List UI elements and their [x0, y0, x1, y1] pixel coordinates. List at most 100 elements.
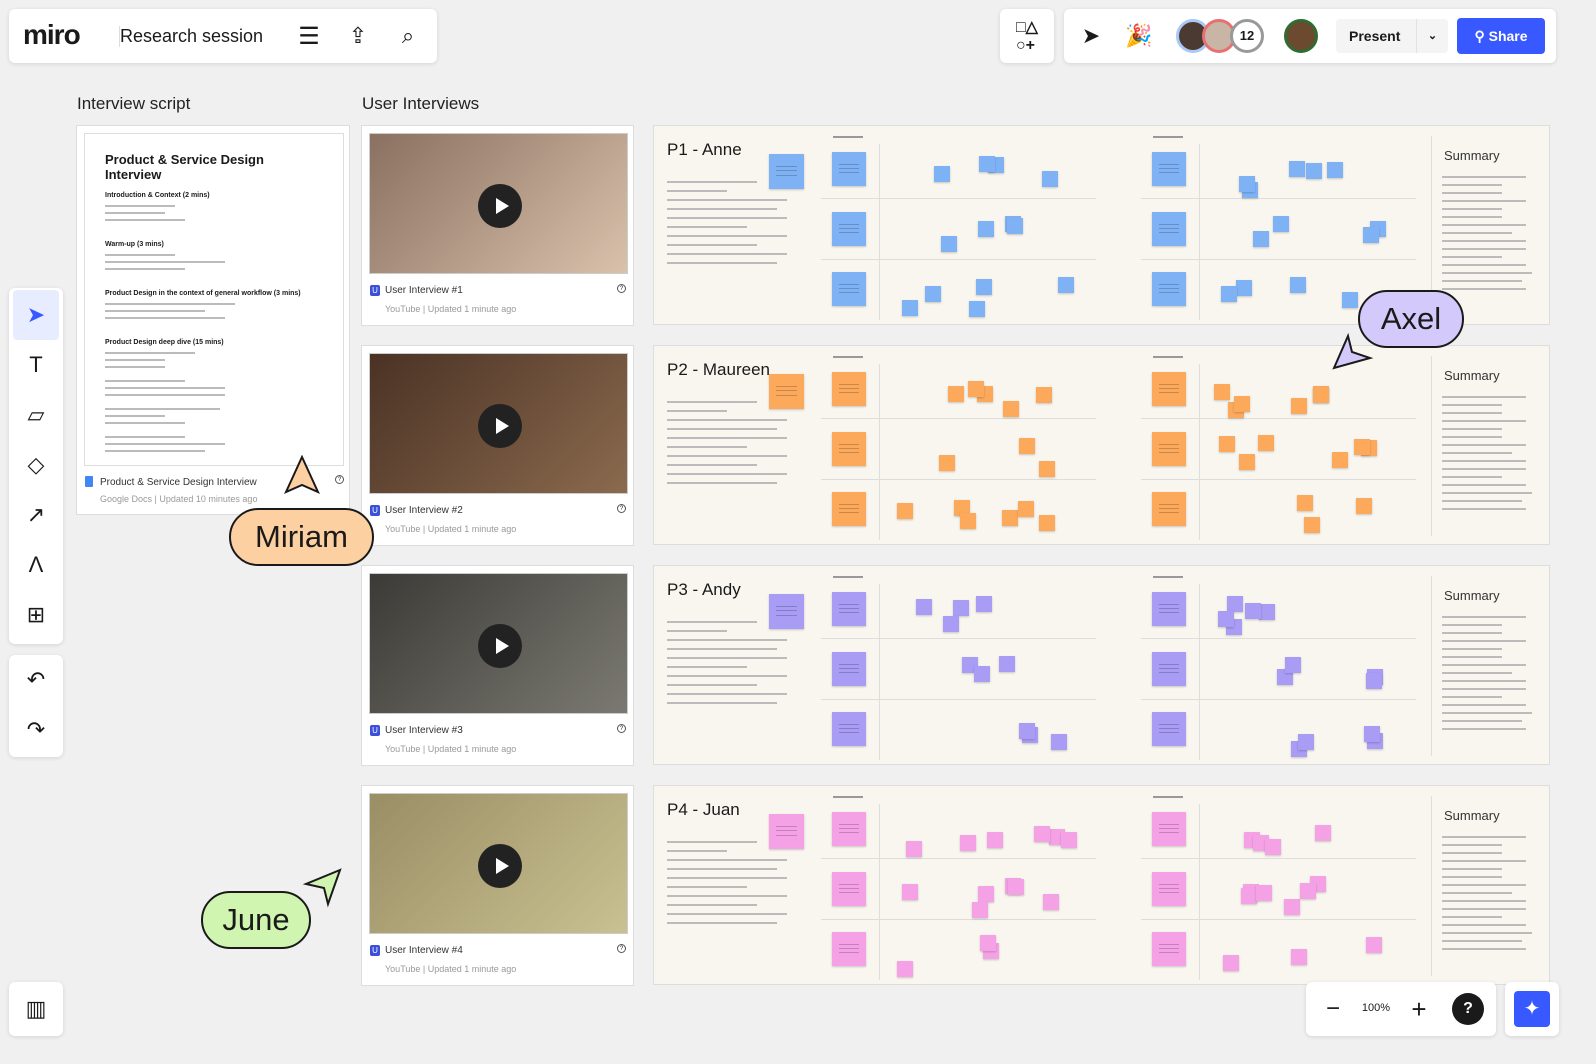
sticky-note[interactable]: [1223, 954, 1240, 971]
miro-logo[interactable]: miro: [23, 19, 81, 51]
sticky-note[interactable]: [1288, 160, 1305, 177]
sticky-note[interactable]: [1152, 272, 1186, 306]
sticky-note[interactable]: [941, 235, 958, 252]
search-icon[interactable]: ⌕: [393, 21, 423, 51]
shapes-button[interactable]: □△ ○+: [1000, 9, 1054, 63]
sticky-note[interactable]: [1152, 152, 1186, 186]
play-icon[interactable]: [478, 404, 522, 448]
zoom-level[interactable]: 100%: [1358, 1002, 1394, 1014]
celebrate-icon[interactable]: 🎉: [1124, 21, 1154, 51]
sticky-note[interactable]: [975, 278, 992, 295]
menu-icon[interactable]: ☰: [294, 21, 324, 51]
sticky-note[interactable]: [979, 156, 996, 173]
video-thumbnail[interactable]: [369, 353, 628, 494]
sticky-note[interactable]: [1234, 396, 1251, 413]
sticky-note[interactable]: [832, 492, 866, 526]
sticky-note[interactable]: [832, 212, 866, 246]
sticky-note[interactable]: [1283, 899, 1300, 916]
sticky-note[interactable]: [1258, 604, 1275, 621]
select-icon[interactable]: ➤: [13, 290, 59, 340]
sticky-note[interactable]: [1018, 501, 1035, 518]
sticky-note[interactable]: [1152, 712, 1186, 746]
sticky-note[interactable]: [832, 432, 866, 466]
sticky-note[interactable]: [1152, 652, 1186, 686]
interview-board[interactable]: P3 - Andy Summary: [653, 565, 1550, 765]
sticky-note[interactable]: [1221, 285, 1238, 302]
sticky-note[interactable]: [832, 712, 866, 746]
video-card[interactable]: U User Interview #2 YouTube | Updated 1 …: [361, 345, 634, 546]
sticky-note[interactable]: [938, 455, 955, 472]
sticky-note[interactable]: [978, 886, 995, 903]
undo-icon[interactable]: ↶: [9, 655, 63, 705]
help-icon[interactable]: ?: [335, 475, 344, 484]
sticky-note[interactable]: [1363, 725, 1380, 742]
play-icon[interactable]: [478, 184, 522, 228]
pen-icon[interactable]: Λ: [9, 540, 63, 590]
export-icon[interactable]: ⇪: [343, 21, 373, 51]
video-thumbnail[interactable]: [369, 793, 628, 934]
sticky-note[interactable]: [896, 960, 913, 977]
sticky-note[interactable]: [1290, 949, 1307, 966]
sticky-note[interactable]: [1354, 438, 1371, 455]
sticky-note[interactable]: [832, 932, 866, 966]
sticky-note[interactable]: [832, 592, 866, 626]
sticky-note[interactable]: [916, 598, 933, 615]
sticky-note[interactable]: [1297, 733, 1314, 750]
sticky-note-icon[interactable]: ▱: [9, 390, 63, 440]
sticky-note[interactable]: [934, 166, 951, 183]
sticky-note[interactable]: [769, 374, 804, 409]
sticky-note[interactable]: [769, 814, 804, 849]
video-card[interactable]: U User Interview #4 YouTube | Updated 1 …: [361, 785, 634, 986]
sticky-note[interactable]: [1331, 452, 1348, 469]
present-button[interactable]: Present ⌄: [1336, 19, 1448, 53]
play-icon[interactable]: [478, 624, 522, 668]
sticky-note[interactable]: [959, 835, 976, 852]
sticky-note[interactable]: [1255, 885, 1272, 902]
sticky-note[interactable]: [832, 872, 866, 906]
help-icon[interactable]: ?: [617, 504, 626, 513]
sticky-note[interactable]: [1018, 723, 1035, 740]
sticky-note[interactable]: [1264, 839, 1281, 856]
video-thumbnail[interactable]: [369, 133, 628, 274]
sticky-note[interactable]: [1008, 878, 1025, 895]
sticky-note[interactable]: [977, 220, 994, 237]
redo-icon[interactable]: ↷: [9, 705, 63, 755]
sticky-note[interactable]: [1034, 826, 1051, 843]
sticky-note[interactable]: [1218, 610, 1234, 627]
sticky-note[interactable]: [953, 600, 970, 617]
sticky-note[interactable]: [1239, 175, 1256, 192]
ai-assist-button[interactable]: ✦: [1505, 982, 1559, 1036]
sticky-note[interactable]: [1299, 883, 1316, 900]
text-icon[interactable]: T: [9, 340, 63, 390]
sticky-note[interactable]: [1038, 461, 1055, 478]
sticky-note[interactable]: [1035, 386, 1052, 403]
avatar[interactable]: [1284, 19, 1318, 53]
sticky-note[interactable]: [1042, 170, 1059, 187]
sticky-note[interactable]: [1363, 227, 1380, 244]
sticky-note[interactable]: [1061, 831, 1078, 848]
sticky-note[interactable]: [976, 595, 992, 612]
sticky-note[interactable]: [1152, 592, 1186, 626]
sticky-note[interactable]: [1366, 936, 1383, 953]
sticky-note[interactable]: [1305, 163, 1322, 180]
add-icon[interactable]: ⊞: [9, 590, 63, 640]
chevron-down-icon[interactable]: ⌄: [1416, 19, 1448, 53]
sticky-note[interactable]: [1057, 277, 1074, 294]
sticky-note[interactable]: [769, 594, 804, 629]
sticky-note[interactable]: [968, 300, 985, 317]
interview-board[interactable]: P4 - Juan Summary: [653, 785, 1550, 985]
sticky-note[interactable]: [967, 381, 984, 398]
sticky-note[interactable]: [1152, 492, 1186, 526]
sticky-note[interactable]: [1001, 509, 1018, 526]
sticky-note[interactable]: [1253, 230, 1270, 247]
help-icon[interactable]: ?: [617, 944, 626, 953]
sticky-note[interactable]: [1356, 498, 1373, 515]
zoom-in-button[interactable]: +: [1404, 994, 1434, 1024]
help-icon[interactable]: ?: [617, 724, 626, 733]
sticky-note[interactable]: [1152, 932, 1186, 966]
video-thumbnail[interactable]: [369, 573, 628, 714]
help-button[interactable]: ?: [1452, 993, 1484, 1025]
sticky-note[interactable]: [832, 152, 866, 186]
sticky-note[interactable]: [1244, 602, 1261, 619]
sidebar-toggle-icon[interactable]: ▥: [9, 982, 63, 1036]
